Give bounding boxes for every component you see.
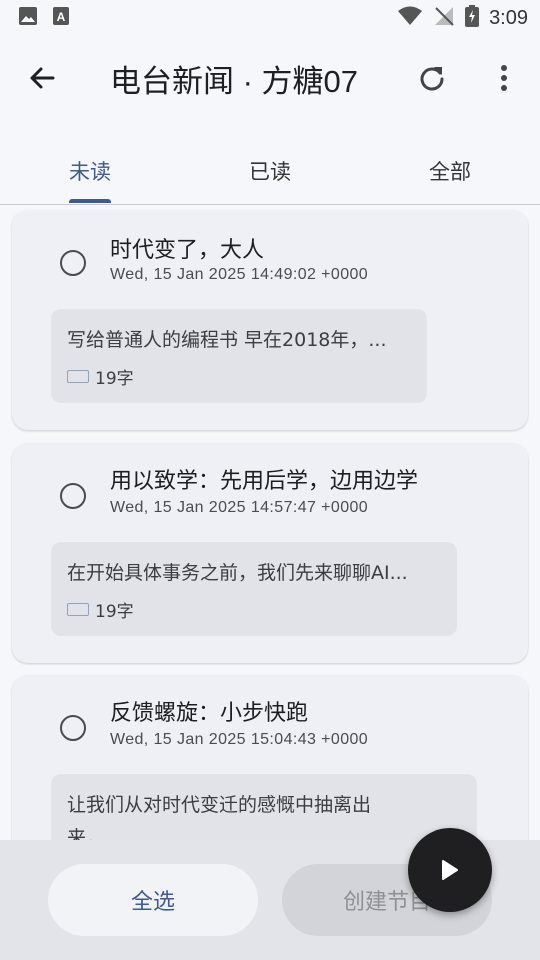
item-date: Wed, 15 Jan 2025 14:57:47 +0000 — [110, 499, 369, 516]
item-title: 时代变了，大人 — [110, 238, 265, 263]
list-item[interactable]: 时代变了，大人 Wed, 15 Jan 2025 14:49:02 +0000 … — [12, 210, 528, 430]
image-notification-icon — [18, 6, 38, 30]
item-date: Wed, 15 Jan 2025 14:49:02 +0000 — [110, 266, 369, 283]
item-title: 用以致学：先用后学，边用边学 — [110, 469, 419, 494]
item-title: 反馈螺旋：小步快跑 — [110, 701, 309, 726]
play-button[interactable] — [408, 828, 492, 912]
item-date: Wed, 15 Jan 2025 15:04:43 +0000 — [110, 731, 369, 748]
snippet-text-line1: 让我们从对时代变迁的感慨中抽离出 — [67, 794, 372, 816]
list-item[interactable]: 用以致学：先用后学，边用边学 Wed, 15 Jan 2025 14:57:47… — [12, 443, 528, 663]
list-item[interactable]: 反馈螺旋：小步快跑 Wed, 15 Jan 2025 15:04:43 +000… — [12, 675, 528, 840]
refresh-button[interactable] — [410, 58, 454, 98]
no-signal-icon — [433, 5, 455, 31]
refresh-icon — [420, 67, 444, 91]
page-title: 电台新闻 · 方糖07 — [110, 64, 359, 99]
select-radio[interactable] — [60, 250, 86, 276]
more-options-button[interactable] — [484, 58, 524, 98]
snippet-text: 在开始具体事务之前，我们先来聊聊AI... — [67, 562, 408, 584]
select-radio[interactable] — [60, 715, 86, 741]
active-tab-indicator — [69, 199, 111, 203]
item-snippet: 让我们从对时代变迁的感慨中抽离出 来， — [51, 774, 477, 840]
app-bar: 电台新闻 · 方糖07 — [0, 36, 540, 120]
tab-all[interactable]: 全部 — [360, 138, 540, 203]
tab-read[interactable]: 已读 — [180, 138, 360, 203]
more-vert-icon — [501, 65, 507, 91]
tab-bar: 未读 已读 全部 — [0, 138, 540, 205]
wifi-icon — [397, 6, 423, 30]
back-button[interactable] — [22, 58, 62, 98]
play-icon — [442, 860, 458, 880]
arrow-back-icon — [30, 67, 55, 89]
select-all-button[interactable]: 全选 — [48, 864, 258, 936]
snippet-text: 写给普通人的编程书 早在2018年，... — [67, 329, 387, 351]
text-notification-icon: A — [52, 6, 70, 30]
status-bar: A 3:09 — [0, 0, 540, 36]
tab-unread[interactable]: 未读 — [0, 138, 180, 203]
char-count: 19字 — [95, 602, 134, 622]
keyboard-icon — [67, 603, 89, 616]
select-radio[interactable] — [60, 483, 86, 509]
snippet-text-line2: 来， — [67, 827, 106, 840]
item-snippet: 在开始具体事务之前，我们先来聊聊AI... 19字 — [51, 542, 457, 636]
status-time: 3:09 — [489, 6, 528, 29]
item-snippet: 写给普通人的编程书 早在2018年，... 19字 — [51, 309, 427, 403]
svg-text:A: A — [57, 10, 66, 24]
article-list[interactable]: 时代变了，大人 Wed, 15 Jan 2025 14:49:02 +0000 … — [0, 205, 540, 840]
keyboard-icon — [67, 370, 89, 383]
char-count: 19字 — [95, 369, 134, 389]
battery-charging-icon — [465, 5, 480, 31]
